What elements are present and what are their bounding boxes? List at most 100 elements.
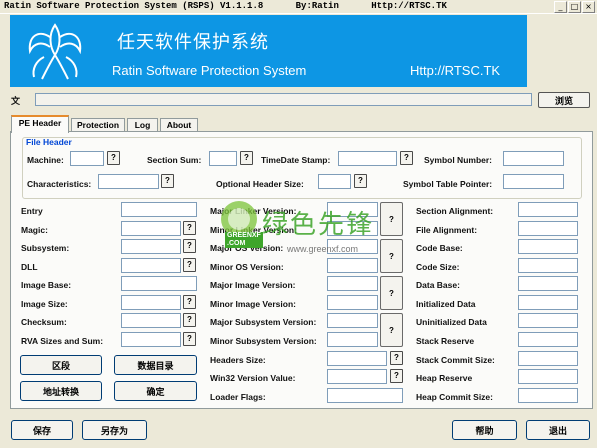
headers-size-label: Headers Size:	[210, 355, 266, 365]
help-button[interactable]: 帮助	[452, 420, 517, 440]
opt-header-size-field[interactable]	[318, 174, 351, 189]
checksum-label: Checksum:	[21, 317, 67, 327]
magic-label: Magic:	[21, 225, 48, 235]
heap-reserve-label: Heap Reserve	[416, 373, 473, 383]
close-button[interactable]: ×	[582, 1, 595, 13]
code-size-field[interactable]	[518, 258, 578, 273]
magic-field[interactable]	[121, 221, 181, 236]
opt-header-size-help-button[interactable]: ?	[354, 174, 367, 188]
file-header-title: File Header	[26, 137, 72, 147]
image-base-label: Image Base:	[21, 280, 72, 290]
file-header-group	[22, 137, 582, 199]
banner-english-title: Ratin Software Protection System	[112, 63, 307, 78]
subsystem-field[interactable]	[121, 239, 181, 254]
machine-field[interactable]	[70, 151, 104, 166]
win32-version-field[interactable]	[327, 369, 387, 384]
data-base-label: Data Base:	[416, 280, 460, 290]
watermark-url: www.greenxf.com	[287, 244, 359, 254]
code-base-field[interactable]	[518, 239, 578, 254]
uninitialized-data-field[interactable]	[518, 313, 578, 328]
file-path-input[interactable]	[35, 93, 532, 106]
win32-version-label: Win32 Version Value:	[210, 373, 296, 383]
image-size-help-button[interactable]: ?	[183, 295, 196, 309]
checksum-help-button[interactable]: ?	[183, 313, 196, 327]
minimize-button[interactable]: _	[554, 1, 567, 13]
section-sum-help-button[interactable]: ?	[240, 151, 253, 165]
symbol-number-field[interactable]	[503, 151, 564, 166]
symbol-number-label: Symbol Number:	[424, 155, 493, 165]
initialized-data-label: Initialized Data	[416, 299, 476, 309]
save-button[interactable]: 保存	[11, 420, 73, 440]
exit-button[interactable]: 退出	[526, 420, 590, 440]
heap-commit-size-field[interactable]	[518, 388, 578, 403]
minor-subsystem-version-field[interactable]	[327, 332, 378, 347]
timedate-help-button[interactable]: ?	[400, 151, 413, 165]
image-version-help-button[interactable]: ?	[380, 276, 403, 310]
stack-reserve-field[interactable]	[518, 332, 578, 347]
subsystem-help-button[interactable]: ?	[183, 239, 196, 253]
entry-label: Entry	[21, 206, 43, 216]
initialized-data-field[interactable]	[518, 295, 578, 310]
minor-os-version-label: Minor OS Version:	[210, 262, 284, 272]
minor-os-version-field[interactable]	[327, 258, 378, 273]
code-base-label: Code Base:	[416, 243, 463, 253]
section-button[interactable]: 区段	[20, 355, 102, 375]
dll-field[interactable]	[121, 258, 181, 273]
rva-sizes-label: RVA Sizes and Sum:	[21, 336, 104, 346]
banner-chinese-title: 任天软件保护系统	[117, 32, 269, 53]
characteristics-label: Characteristics:	[27, 179, 92, 189]
entry-field[interactable]	[121, 202, 197, 217]
address-convert-button[interactable]: 地址转换	[20, 381, 102, 401]
data-base-field[interactable]	[518, 276, 578, 291]
section-sum-field[interactable]	[209, 151, 237, 166]
banner-url: Http://RTSC.TK	[410, 63, 501, 78]
headers-size-field[interactable]	[327, 351, 387, 366]
minor-subsystem-version-label: Minor Subsystem Version:	[210, 336, 317, 346]
file-alignment-field[interactable]	[518, 221, 578, 236]
image-base-field[interactable]	[121, 276, 197, 291]
phoenix-logo-icon	[28, 23, 82, 80]
major-image-version-field[interactable]	[327, 276, 378, 291]
heap-reserve-field[interactable]	[518, 369, 578, 384]
dll-help-button[interactable]: ?	[183, 258, 196, 272]
win32-version-help-button[interactable]: ?	[390, 369, 403, 383]
timedate-field[interactable]	[338, 151, 397, 166]
image-size-label: Image Size:	[21, 299, 68, 309]
tab-about[interactable]: About	[160, 118, 198, 132]
tab-pe-header[interactable]: PE Header	[11, 115, 69, 133]
headers-size-help-button[interactable]: ?	[390, 351, 403, 365]
magic-help-button[interactable]: ?	[183, 221, 196, 235]
tab-protection[interactable]: Protection	[71, 118, 125, 132]
data-directory-button[interactable]: 数据目录	[114, 355, 197, 375]
tab-log[interactable]: Log	[127, 118, 158, 132]
loader-flags-label: Loader Flags:	[210, 392, 266, 402]
symbol-table-pointer-field[interactable]	[503, 174, 564, 189]
file-label: 文	[11, 96, 21, 106]
ok-button[interactable]: 确定	[114, 381, 197, 401]
major-subsystem-version-label: Major Subsystem Version:	[210, 317, 317, 327]
section-alignment-label: Section Alignment:	[416, 206, 494, 216]
timedate-label: TimeDate Stamp:	[261, 155, 331, 165]
major-subsystem-version-field[interactable]	[327, 313, 378, 328]
stack-commit-size-field[interactable]	[518, 351, 578, 366]
save-as-button[interactable]: 另存为	[82, 420, 147, 440]
section-alignment-field[interactable]	[518, 202, 578, 217]
code-size-label: Code Size:	[416, 262, 460, 272]
loader-flags-field[interactable]	[327, 388, 403, 403]
checksum-field[interactable]	[121, 313, 181, 328]
maximize-button[interactable]: □	[568, 1, 581, 13]
machine-help-button[interactable]: ?	[107, 151, 120, 165]
image-size-field[interactable]	[121, 295, 181, 310]
stack-commit-size-label: Stack Commit Size:	[416, 355, 495, 365]
browse-button[interactable]: 浏览	[538, 92, 590, 108]
rva-sizes-field[interactable]	[121, 332, 181, 347]
characteristics-field[interactable]	[98, 174, 159, 189]
opt-header-size-label: Optional Header Size:	[216, 179, 304, 189]
subsystem-label: Subsystem:	[21, 243, 70, 253]
characteristics-help-button[interactable]: ?	[161, 174, 174, 188]
rva-sizes-help-button[interactable]: ?	[183, 332, 196, 346]
stack-reserve-label: Stack Reserve	[416, 336, 475, 346]
minor-image-version-field[interactable]	[327, 295, 378, 310]
subsystem-version-help-button[interactable]: ?	[380, 313, 403, 347]
uninitialized-data-label: Uninitialized Data	[416, 317, 487, 327]
